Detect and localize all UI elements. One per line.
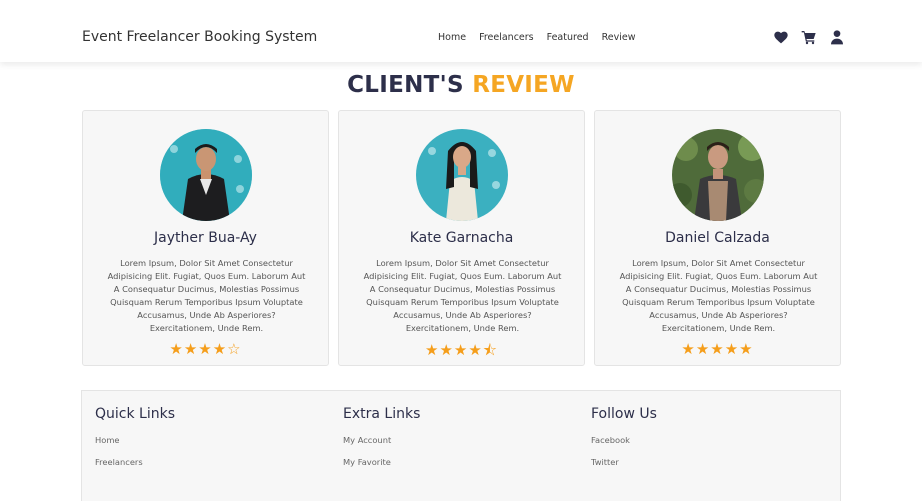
review-card: Jayther Bua-Ay Lorem Ipsum, Dolor Sit Am…: [82, 110, 329, 366]
top-navbar: Event Freelancer Booking System Home Fre…: [0, 0, 922, 62]
reviewer-name: Kate Garnacha: [409, 230, 514, 246]
section-title: CLIENT'S REVIEW: [0, 72, 922, 98]
avatar: [672, 129, 764, 221]
star-rating: ★★★★★: [681, 340, 754, 358]
footer-link-my-favorite[interactable]: My Favorite: [343, 457, 391, 467]
review-text: Lorem Ipsum, Dolor Sit Amet Consectetur …: [107, 258, 306, 333]
star-rating: ★★★★☆: [169, 340, 242, 358]
footer: Quick Links Home Freelancers Extra Links…: [81, 390, 841, 501]
user-icon[interactable]: [829, 29, 845, 45]
nav-home[interactable]: Home: [438, 32, 466, 43]
footer-link-home[interactable]: Home: [95, 435, 120, 445]
section-title-part1: CLIENT'S: [347, 72, 464, 98]
reviewer-name: Daniel Calzada: [665, 230, 770, 246]
reviewer-name: Jayther Bua-Ay: [154, 230, 257, 246]
footer-link-freelancers[interactable]: Freelancers: [95, 457, 143, 467]
footer-link-twitter[interactable]: Twitter: [591, 457, 619, 467]
nav-freelancers[interactable]: Freelancers: [479, 32, 534, 43]
star-rating: ★★★★⯪: [425, 341, 498, 359]
footer-heading: Follow Us: [591, 406, 657, 422]
footer-heading: Extra Links: [343, 406, 421, 422]
footer-link-my-account[interactable]: My Account: [343, 435, 391, 445]
footer-heading: Quick Links: [95, 406, 176, 422]
main-nav: Home Freelancers Featured Review: [438, 32, 635, 43]
avatar: [160, 129, 252, 221]
section-title-part2: REVIEW: [472, 72, 575, 98]
review-card: Kate Garnacha Lorem Ipsum, Dolor Sit Ame…: [338, 110, 585, 366]
review-card: Daniel Calzada Lorem Ipsum, Dolor Sit Am…: [594, 110, 841, 366]
cart-icon[interactable]: [801, 29, 817, 45]
review-text: Lorem Ipsum, Dolor Sit Amet Consectetur …: [619, 258, 818, 333]
avatar: [416, 129, 508, 221]
site-brand[interactable]: Event Freelancer Booking System: [82, 29, 317, 45]
footer-link-facebook[interactable]: Facebook: [591, 435, 630, 445]
nav-featured[interactable]: Featured: [547, 32, 589, 43]
nav-review[interactable]: Review: [602, 32, 636, 43]
heart-icon[interactable]: [773, 29, 789, 45]
header-icons: [773, 29, 845, 45]
review-text: Lorem Ipsum, Dolor Sit Amet Consectetur …: [363, 258, 562, 333]
